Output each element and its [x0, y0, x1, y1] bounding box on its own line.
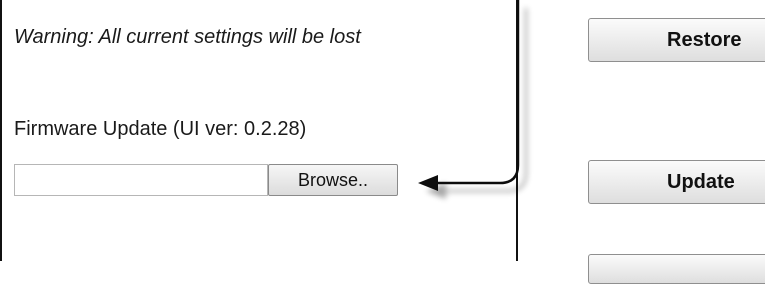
restore-button[interactable]: Restore [588, 18, 765, 62]
arrow-connector [418, 0, 520, 191]
update-button[interactable]: Update [588, 160, 765, 204]
partial-button[interactable] [588, 254, 765, 284]
